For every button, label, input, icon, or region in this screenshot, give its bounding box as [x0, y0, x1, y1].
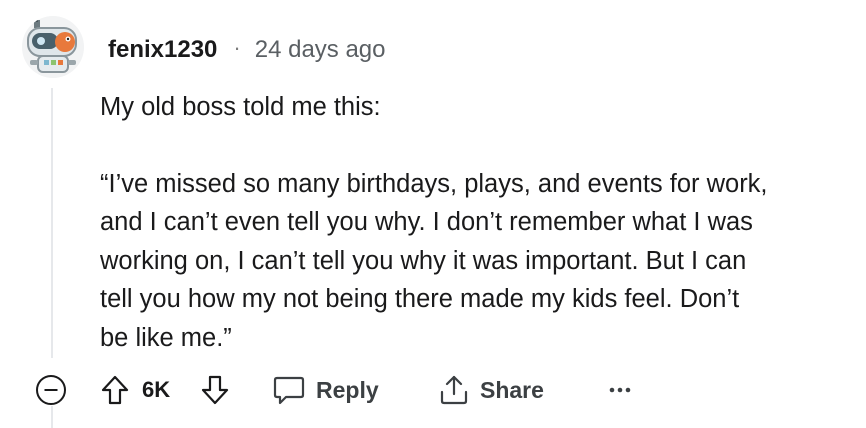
- vote-score: 6K: [142, 377, 171, 402]
- ellipsis-icon: [609, 387, 631, 393]
- share-upload-icon: [440, 375, 468, 405]
- upvote-button[interactable]: [100, 368, 130, 412]
- comment-line: and I can’t even tell you why. I don’t r…: [100, 208, 753, 236]
- avatar[interactable]: [22, 16, 84, 78]
- comment-line: tell you how my not being there made my …: [100, 285, 740, 313]
- username[interactable]: fenix1230: [108, 36, 217, 64]
- more-options-button[interactable]: [608, 368, 632, 412]
- reply-button[interactable]: Reply: [272, 368, 379, 412]
- share-label: Share: [480, 376, 544, 403]
- upvote-arrow-icon: [101, 375, 129, 405]
- comment-line: be like me.”: [100, 323, 232, 352]
- comment-paragraph: “I’ve missed so many birthdays, plays, a…: [100, 165, 864, 358]
- share-button[interactable]: Share: [438, 368, 544, 412]
- comment-paragraph: My old boss told me this:: [100, 88, 864, 127]
- downvote-arrow-icon: [201, 375, 229, 405]
- collapse-button[interactable]: [34, 368, 68, 412]
- comment-actions: 6K Reply Share: [34, 368, 654, 412]
- speech-bubble-icon: [273, 376, 305, 405]
- thread-line[interactable]: [51, 88, 53, 358]
- timestamp[interactable]: 24 days ago: [255, 36, 386, 64]
- comment-line: “I’ve missed so many birthdays, plays, a…: [100, 169, 768, 198]
- comment-body: My old boss told me this: “I’ve missed s…: [100, 88, 864, 357]
- comment-line: working on, I can’t tell you why it was …: [100, 246, 747, 275]
- collapse-minus-icon: [36, 375, 66, 405]
- reply-label: Reply: [316, 376, 379, 403]
- downvote-button[interactable]: [200, 368, 230, 412]
- comment: fenix1230 · 24 days ago My old boss told…: [0, 0, 866, 428]
- comment-line: My old boss told me this:: [100, 93, 381, 121]
- robot-avatar-icon: [22, 16, 84, 78]
- comment-header: fenix1230 · 24 days ago: [108, 32, 386, 68]
- meta-separator: ·: [233, 35, 241, 60]
